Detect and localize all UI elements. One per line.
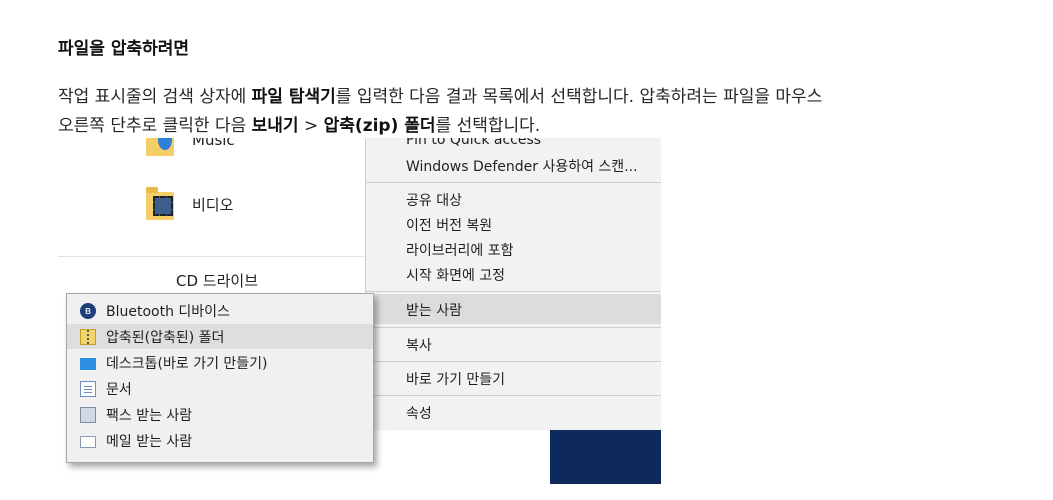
explorer-item-music[interactable]: Music [146,138,235,158]
menu-separator [366,395,661,396]
instruction-bold-send-to: 보내기 [251,116,299,136]
desktop-background [550,430,661,484]
zip-folder-icon [80,328,96,345]
submenu-item-documents[interactable]: 문서 [67,376,373,401]
menu-item-create-shortcut[interactable]: 바로 가기 만들기 [406,369,505,389]
menu-item-share[interactable]: 공유 대상 [406,190,462,210]
mail-icon [80,435,96,448]
video-folder-icon [146,186,176,222]
menu-item-restore-previous[interactable]: 이전 버전 복원 [406,215,492,235]
divider [58,256,368,257]
menu-separator [366,291,661,292]
submenu-item-label: 팩스 받는 사람 [106,407,193,424]
menu-item-defender-scan[interactable]: Windows Defender 사용하여 스캔... [406,156,638,176]
menu-separator [366,182,661,183]
explorer-item-cd-drive[interactable]: CD 드라이브 [176,270,258,291]
instruction-text: 를 선택합니다. [435,116,541,136]
menu-item-pin-start[interactable]: 시작 화면에 고정 [406,265,505,285]
instruction-bold-file-explorer: 파일 탐색기 [251,87,336,107]
submenu-item-label: 메일 받는 사람 [106,433,193,450]
instruction-bold-zip-folder: 압축(zip) 폴더 [323,116,436,136]
menu-separator [366,361,661,362]
menu-separator [366,327,661,328]
submenu-item-label: 문서 [106,381,132,398]
menu-item-include-library[interactable]: 라이브러리에 포함 [406,240,514,260]
explorer-item-videos[interactable]: 비디오 [146,186,233,222]
document-icon [80,380,96,397]
submenu-item-bluetooth[interactable]: ʙ Bluetooth 디바이스 [67,298,373,323]
explorer-item-label: Music [192,138,235,149]
explorer-item-label: 비디오 [192,195,234,214]
submenu-item-label: Bluetooth 디바이스 [106,303,230,320]
context-menu: Pin to Quick access Windows Defender 사용하… [365,138,661,430]
submenu-item-mail[interactable]: 메일 받는 사람 [67,428,373,453]
section-heading: 파일을 압축하려면 [58,39,190,59]
instruction-text: 오른쪽 단추로 클릭한 다음 [58,116,252,136]
explorer-item-label: CD 드라이브 [176,272,258,290]
bluetooth-icon: ʙ [80,302,96,319]
desktop-icon [80,357,96,370]
submenu-item-desktop[interactable]: 데스크톱(바로 가기 만들기) [67,350,373,375]
instruction-text: 를 입력한 다음 결과 목록에서 선택합니다. 압축하려는 파일을 마우스 [335,87,823,107]
screenshot-image: Music 비디오 CD 드라이브 Pin to Quick access Wi… [58,138,661,484]
menu-item-properties[interactable]: 속성 [406,403,432,423]
instruction-text: 작업 표시줄의 검색 상자에 [58,87,252,107]
submenu-item-label: 데스크톱(바로 가기 만들기) [106,355,268,372]
instruction-separator: > [298,116,324,136]
menu-item-pin-quick-access[interactable]: Pin to Quick access [406,138,541,148]
menu-item-copy[interactable]: 복사 [406,335,432,355]
instructions-paragraph: 작업 표시줄의 검색 상자에 파일 탐색기를 입력한 다음 결과 목록에서 선택… [58,83,1033,141]
fax-icon [80,406,96,423]
send-to-submenu: ʙ Bluetooth 디바이스 압축된(압축된) 폴더 데스크톱(바로 가기 … [66,293,374,463]
menu-item-send-to[interactable]: 받는 사람 [406,300,462,320]
submenu-item-label: 압축된(압축된) 폴더 [106,329,225,346]
submenu-item-fax[interactable]: 팩스 받는 사람 [67,402,373,427]
submenu-item-zip-folder[interactable]: 압축된(압축된) 폴더 [67,324,373,349]
music-folder-icon [146,138,176,158]
